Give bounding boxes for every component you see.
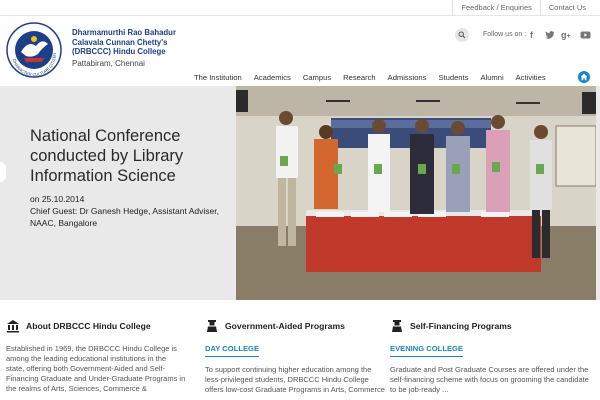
- search-icon: [458, 31, 466, 39]
- slide-title: National Conference conducted by Library…: [30, 127, 184, 185]
- college-name-line2: Calavala Cunnan Chetty's: [72, 37, 168, 47]
- government-aided-text: To support continuing higher education a…: [205, 365, 385, 394]
- about-text: Established in 1969, the DRBCCC Hindu Co…: [6, 344, 186, 393]
- nav-item-institution[interactable]: The Institution: [188, 73, 248, 82]
- facebook-icon[interactable]: f: [530, 28, 533, 42]
- bank-icon: [7, 320, 19, 333]
- about-title[interactable]: About DRBCCC Hindu College: [26, 321, 151, 331]
- college-logo[interactable]: CHARACTER CULTURE CITIZENSHIP: [4, 18, 62, 78]
- nav-item-students[interactable]: Students: [432, 73, 474, 82]
- college-name[interactable]: Dharmamurthi Rao Bahadur Calavala Cunnan…: [72, 28, 192, 69]
- home-icon: [580, 73, 588, 81]
- government-aided-section: Government-Aided Programs DAY COLLEGE To…: [205, 318, 385, 395]
- graduate-icon: [207, 320, 217, 332]
- feedback-link[interactable]: Feedback / Enquiries: [453, 0, 539, 16]
- main-nav: The Institution Academics Campus Researc…: [188, 70, 552, 84]
- search-button[interactable]: [455, 28, 469, 42]
- twitter-icon[interactable]: [545, 28, 555, 42]
- hero-slider: National Conference conducted by Library…: [0, 86, 600, 300]
- about-section: About DRBCCC Hindu College Established i…: [6, 318, 186, 394]
- nav-item-academics[interactable]: Academics: [248, 73, 297, 82]
- day-college-link[interactable]: DAY COLLEGE: [205, 344, 260, 357]
- top-bar: Feedback / Enquiries Contact Us: [0, 0, 600, 16]
- event-photo: [236, 86, 596, 300]
- nav-item-research[interactable]: Research: [337, 73, 382, 82]
- google-plus-icon[interactable]: g+: [561, 28, 571, 42]
- college-location: Pattabiram, Chennai: [72, 58, 145, 68]
- slide-chief-guest: Chief Guest: Dr Ganesh Hedge, Assistant …: [30, 206, 219, 228]
- site-header: CHARACTER CULTURE CITIZENSHIP Dharmamurt…: [0, 16, 600, 86]
- self-financing-text: Graduate and Post Graduate Courses are o…: [390, 365, 589, 394]
- slide-date: on 25.10.2014: [30, 194, 85, 204]
- graduate-icon: [392, 320, 402, 332]
- self-financing-title[interactable]: Self-Financing Programs: [410, 321, 512, 331]
- nav-item-alumni[interactable]: Alumni: [474, 73, 509, 82]
- evening-college-link[interactable]: EVENING COLLEGE: [390, 344, 463, 357]
- follow-us-label: Follow us on :: [483, 31, 527, 38]
- nav-item-activities[interactable]: Activities: [510, 73, 552, 82]
- home-button[interactable]: [578, 71, 590, 83]
- contact-link[interactable]: Contact Us: [541, 0, 594, 16]
- self-financing-section: Self-Financing Programs EVENING COLLEGE …: [390, 318, 595, 395]
- government-aided-title[interactable]: Government-Aided Programs: [225, 321, 345, 331]
- slider-prev-button[interactable]: [0, 162, 6, 182]
- college-name-line1: Dharmamurthi Rao Bahadur: [72, 28, 176, 37]
- college-name-line3: (DRBCCC) Hindu College: [72, 47, 166, 56]
- youtube-icon[interactable]: [580, 28, 591, 42]
- nav-item-campus[interactable]: Campus: [297, 73, 337, 82]
- nav-item-admissions[interactable]: Admissions: [382, 73, 433, 82]
- top-links: Feedback / Enquiries Contact Us: [452, 0, 594, 16]
